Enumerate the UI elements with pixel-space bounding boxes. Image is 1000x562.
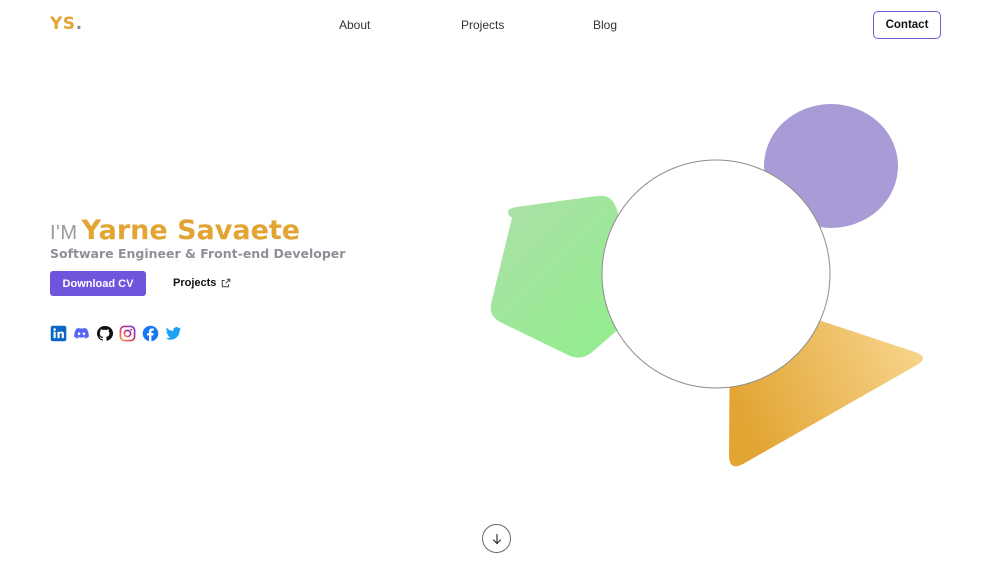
social-links — [50, 325, 182, 342]
nav-blog[interactable]: Blog — [593, 18, 617, 32]
profile-circle — [601, 159, 831, 389]
arrow-down-icon — [492, 533, 501, 544]
hero-title: I'M Yarne Savaete — [50, 212, 300, 244]
logo-text: YS — [50, 14, 76, 34]
nav-projects[interactable]: Projects — [461, 18, 504, 32]
logo-dot: . — [75, 14, 83, 34]
hero-illustration — [490, 104, 924, 467]
hero-prefix: I'M — [50, 222, 78, 244]
download-cv-button[interactable]: Download CV — [50, 271, 146, 296]
external-link-icon — [222, 278, 231, 288]
hero-subtitle: Software Engineer & Front-end Developer — [50, 246, 346, 261]
scroll-down-button[interactable] — [482, 524, 511, 553]
hero-name: Yarne Savaete — [81, 215, 301, 246]
instagram-icon[interactable] — [119, 325, 136, 342]
projects-link-label: Projects — [173, 277, 217, 289]
twitter-icon[interactable] — [165, 325, 182, 342]
projects-link[interactable]: Projects — [173, 277, 231, 289]
linkedin-icon[interactable] — [50, 325, 67, 342]
discord-icon[interactable] — [73, 325, 90, 342]
contact-button[interactable]: Contact — [873, 11, 941, 39]
facebook-icon[interactable] — [142, 325, 159, 342]
logo[interactable]: YS. — [50, 14, 83, 34]
github-icon[interactable] — [96, 325, 113, 342]
nav-about[interactable]: About — [339, 18, 370, 32]
